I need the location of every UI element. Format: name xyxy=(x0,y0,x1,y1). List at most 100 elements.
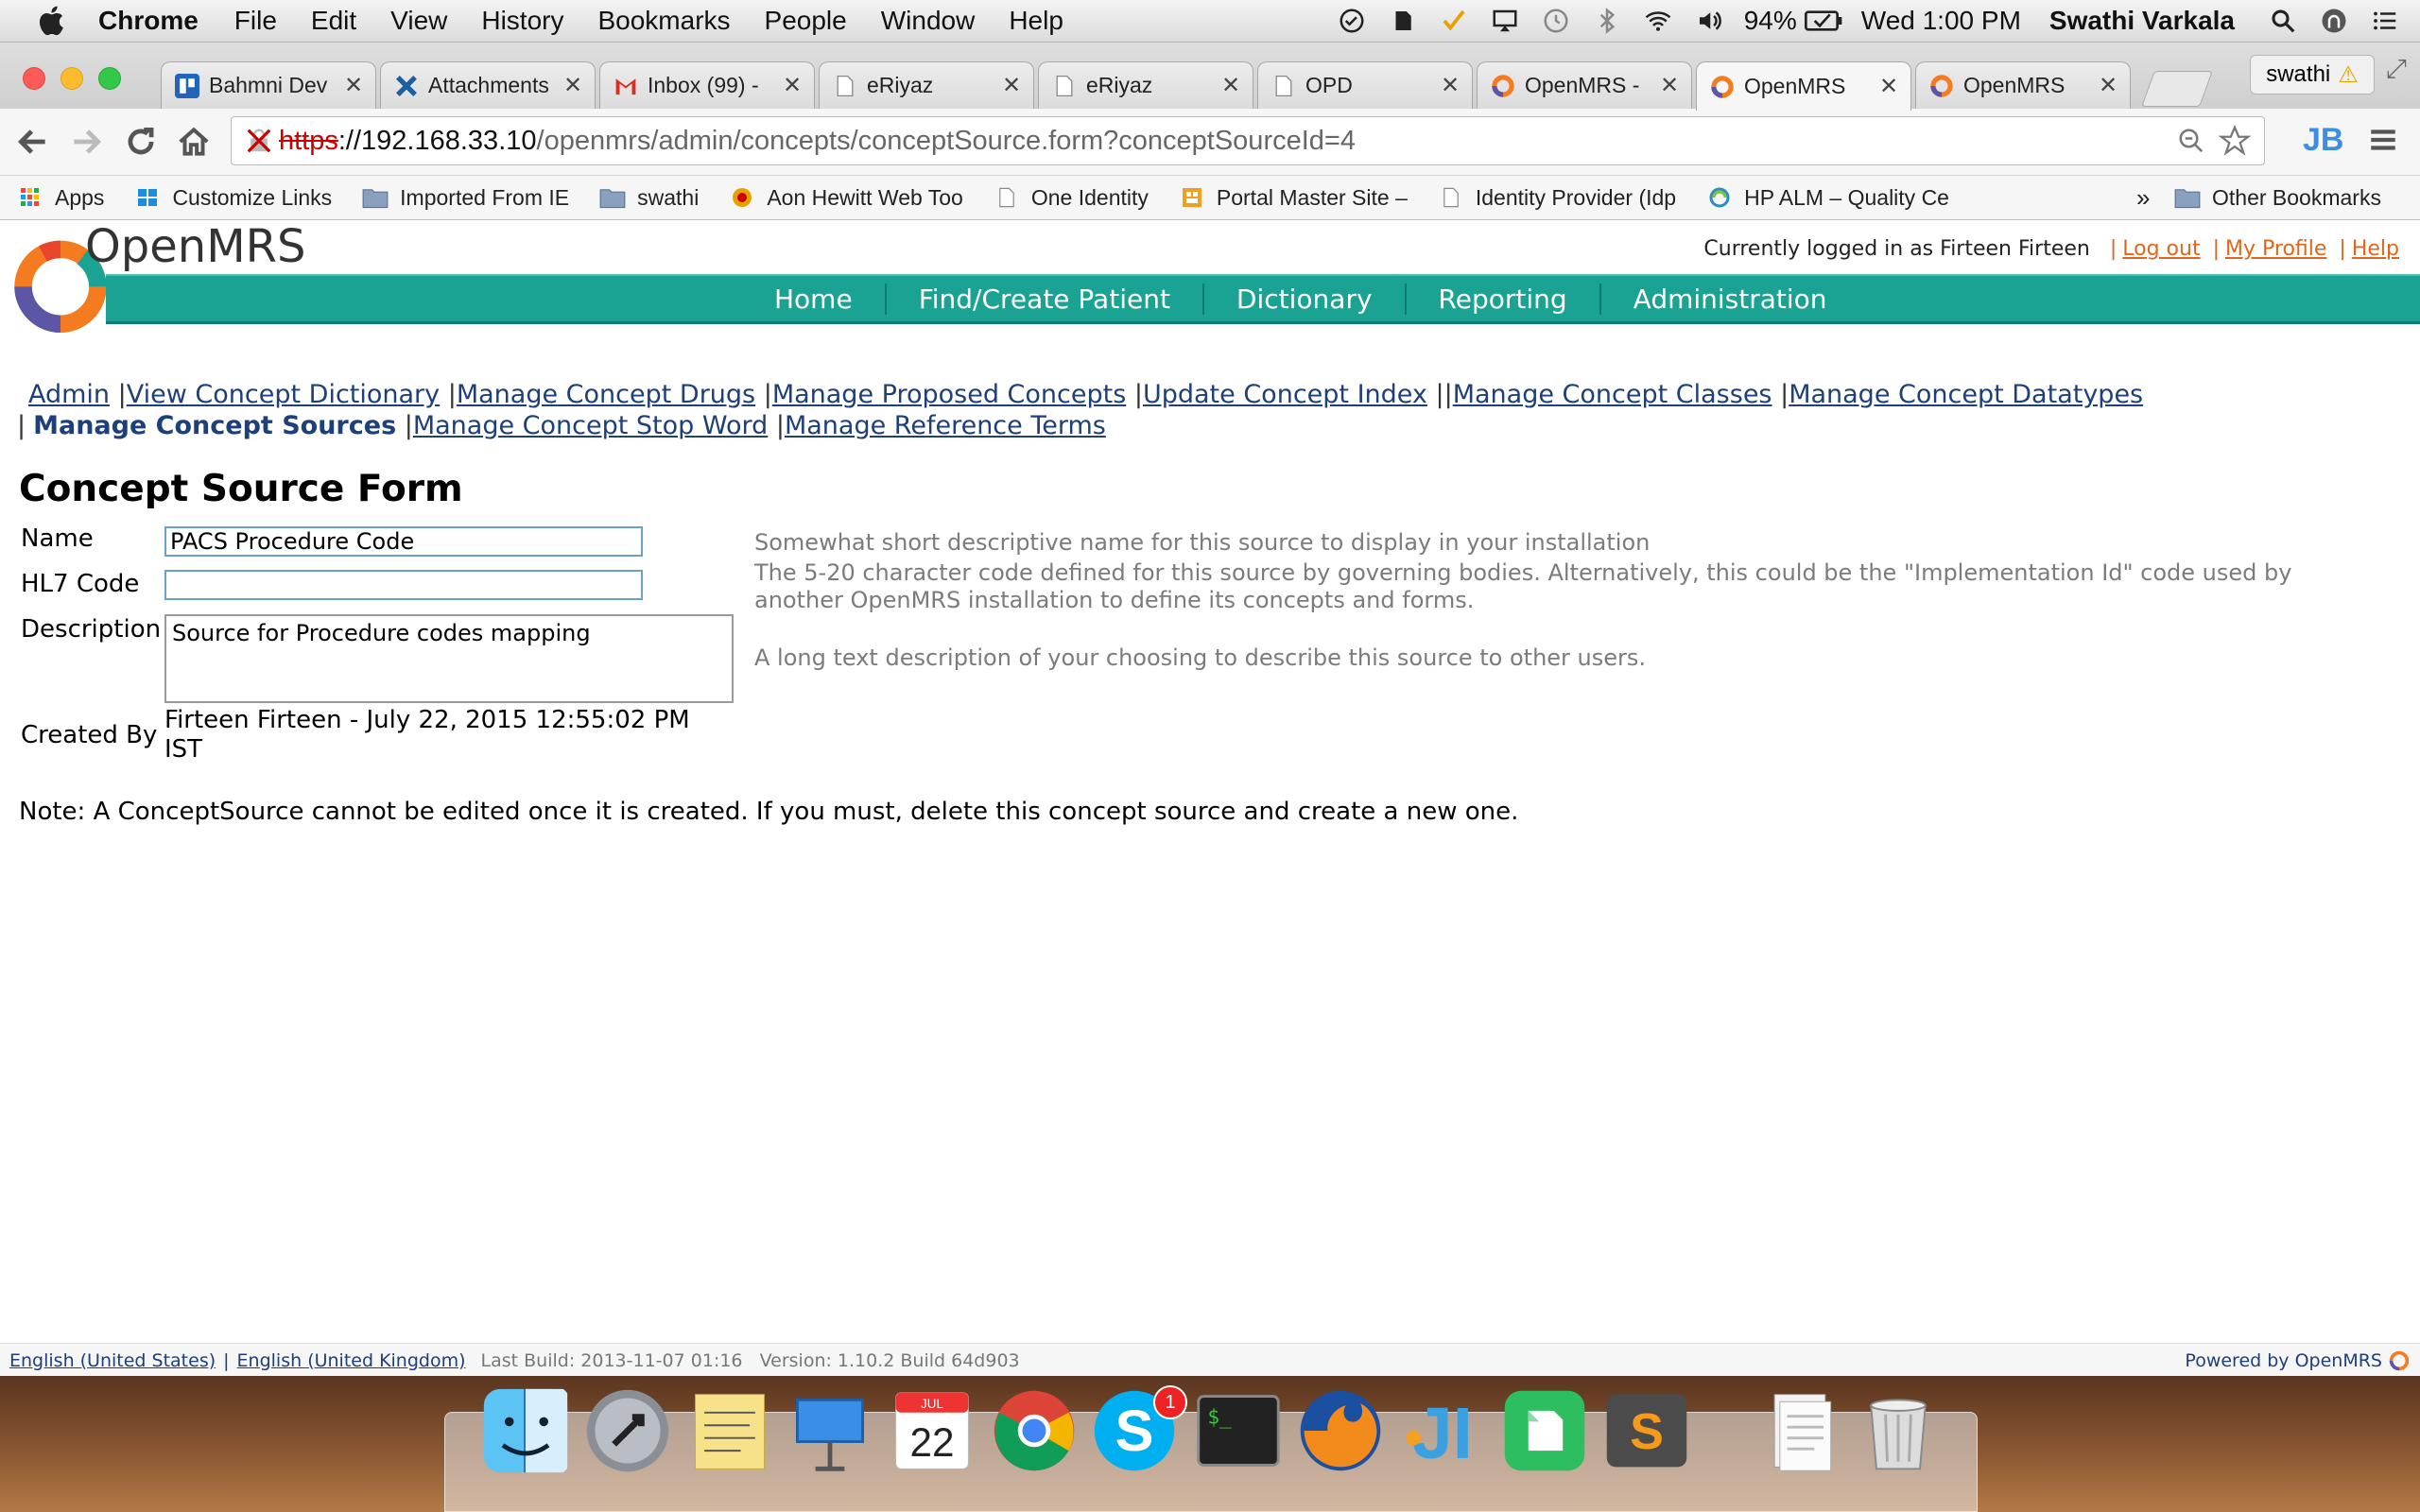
link-manage-concept-drugs[interactable]: Manage Concept Drugs xyxy=(457,380,755,409)
airplay-icon[interactable] xyxy=(1489,7,1521,35)
powered-by[interactable]: Powered by OpenMRS xyxy=(2185,1350,2382,1371)
finder-icon[interactable] xyxy=(480,1385,571,1476)
tab-eriyaz-2[interactable]: eRiyaz ✕ xyxy=(1038,61,1253,109)
home-icon[interactable] xyxy=(176,124,212,160)
tab-openmrs-1[interactable]: OpenMRS - ✕ xyxy=(1477,61,1692,109)
nav-administration[interactable]: Administration xyxy=(1601,284,1859,315)
bookmark-apps[interactable]: Apps xyxy=(17,185,104,211)
minimize-window-button[interactable] xyxy=(60,67,83,90)
description-textarea[interactable]: Source for Procedure codes mapping xyxy=(164,614,734,703)
calendar-icon[interactable]: JUL 22 xyxy=(887,1385,977,1476)
back-arrow-icon[interactable] xyxy=(15,124,51,160)
apple-icon[interactable] xyxy=(36,4,70,38)
evernote-menubar-icon[interactable] xyxy=(1387,7,1419,35)
tab-bahmni[interactable]: Bahmni Dev ✕ xyxy=(161,61,376,109)
clock[interactable]: Wed 1:00 PM xyxy=(1861,6,2021,36)
jira-icon[interactable]: JI xyxy=(1397,1385,1488,1476)
menu-app-name[interactable]: Chrome xyxy=(98,6,199,36)
tab-eriyaz-1[interactable]: eRiyaz ✕ xyxy=(819,61,1034,109)
tab-opd[interactable]: OPD ✕ xyxy=(1257,61,1473,109)
bookmark-one-identity[interactable]: One Identity xyxy=(994,185,1149,211)
zoom-window-button[interactable] xyxy=(98,67,121,90)
menu-bookmarks[interactable]: Bookmarks xyxy=(597,6,730,36)
close-tab-icon[interactable]: ✕ xyxy=(339,72,368,99)
documents-icon[interactable] xyxy=(1754,1385,1845,1476)
close-tab-icon[interactable]: ✕ xyxy=(1436,72,1464,99)
notification-center-icon[interactable] xyxy=(2369,7,2401,35)
menu-view[interactable]: View xyxy=(390,6,447,36)
stickies-icon[interactable] xyxy=(684,1385,775,1476)
menu-window[interactable]: Window xyxy=(881,6,976,36)
nav-dictionary[interactable]: Dictionary xyxy=(1204,283,1407,315)
keynote-icon[interactable] xyxy=(785,1385,875,1476)
link-manage-concept-sources-current[interactable]: Manage Concept Sources xyxy=(33,411,396,440)
nav-reporting[interactable]: Reporting xyxy=(1407,283,1601,315)
tab-attachments[interactable]: Attachments ✕ xyxy=(380,61,596,109)
menu-help[interactable]: Help xyxy=(1009,6,1063,36)
close-tab-icon[interactable]: ✕ xyxy=(778,72,806,99)
link-manage-proposed-concepts[interactable]: Manage Proposed Concepts xyxy=(772,380,1126,409)
battery-percent[interactable]: 94% xyxy=(1744,6,1797,36)
bookmark-portal-master-site[interactable]: Portal Master Site – xyxy=(1179,185,1408,211)
close-window-button[interactable] xyxy=(23,67,45,90)
nav-home[interactable]: Home xyxy=(742,283,887,315)
sublime-icon[interactable]: S xyxy=(1601,1385,1692,1476)
terminal-icon[interactable]: $_ xyxy=(1193,1385,1284,1476)
bookmark-swathi[interactable]: swathi xyxy=(599,185,699,211)
nav-find-create-patient[interactable]: Find/Create Patient xyxy=(887,283,1204,315)
user-lock-icon[interactable] xyxy=(2318,7,2350,35)
launchpad-icon[interactable] xyxy=(582,1385,673,1476)
close-tab-icon[interactable]: ✕ xyxy=(997,72,1026,99)
time-machine-icon[interactable] xyxy=(1540,7,1572,35)
link-manage-concept-datatypes[interactable]: Manage Concept Datatypes xyxy=(1789,380,2143,409)
bookmarks-overflow-chevron[interactable]: » xyxy=(2136,183,2150,213)
link-update-concept-index[interactable]: Update Concept Index xyxy=(1143,380,1427,409)
new-tab-button[interactable] xyxy=(2141,71,2213,107)
insecure-lock-icon[interactable] xyxy=(245,127,273,155)
menu-people[interactable]: People xyxy=(765,6,847,36)
close-tab-icon[interactable]: ✕ xyxy=(1217,72,1245,99)
bookmark-hp-alm[interactable]: HP ALM – Quality Ce xyxy=(1706,185,1949,211)
notes-check-icon[interactable] xyxy=(1438,7,1470,35)
link-manage-reference-terms[interactable]: Manage Reference Terms xyxy=(785,411,1106,440)
openmrs-logo-text[interactable]: OpenMRS xyxy=(85,220,305,273)
spotlight-icon[interactable] xyxy=(2267,7,2299,35)
bookmark-identity-provider[interactable]: Identity Provider (Idp xyxy=(1438,185,1676,211)
tab-gmail-inbox[interactable]: Inbox (99) - ✕ xyxy=(599,61,815,109)
help-link[interactable]: Help xyxy=(2352,237,2399,261)
name-input[interactable] xyxy=(164,526,643,557)
reload-icon[interactable] xyxy=(123,124,159,160)
close-tab-icon[interactable]: ✕ xyxy=(1655,72,1684,99)
menu-edit[interactable]: Edit xyxy=(311,6,356,36)
tab-openmrs-3[interactable]: OpenMRS ✕ xyxy=(1915,61,2131,109)
bookmark-aon-hewitt[interactable]: Aon Hewitt Web Too xyxy=(729,185,963,211)
language-en-us-link[interactable]: English (United States) xyxy=(9,1350,216,1371)
profile-button[interactable]: swathi ⚠ xyxy=(2250,55,2375,94)
evernote-icon[interactable] xyxy=(1499,1385,1590,1476)
menubar-user[interactable]: Swathi Varkala xyxy=(2049,6,2235,36)
address-bar[interactable]: https ://192.168.33.10 /openmrs/admin/co… xyxy=(231,116,2265,165)
link-manage-concept-classes[interactable]: Manage Concept Classes xyxy=(1453,380,1772,409)
my-profile-link[interactable]: My Profile xyxy=(2225,237,2326,261)
link-admin[interactable]: Admin xyxy=(28,380,110,409)
close-tab-icon[interactable]: ✕ xyxy=(559,72,587,99)
volume-icon[interactable] xyxy=(1693,7,1725,35)
battery-icon[interactable] xyxy=(1804,7,1842,35)
firefox-icon[interactable] xyxy=(1295,1385,1386,1476)
hl7-code-input[interactable] xyxy=(164,570,643,600)
trash-icon[interactable] xyxy=(1853,1385,1944,1476)
language-en-uk-link[interactable]: English (United Kingdom) xyxy=(237,1350,466,1371)
menu-history[interactable]: History xyxy=(481,6,563,36)
fullscreen-icon[interactable]: ⤢ xyxy=(2386,54,2407,85)
bookmark-customize-links[interactable]: Customize Links xyxy=(134,185,332,211)
bookmark-imported-from-ie[interactable]: Imported From IE xyxy=(362,185,569,211)
jetbrains-extension-icon[interactable]: JB xyxy=(2303,122,2343,159)
link-manage-concept-stop-word[interactable]: Manage Concept Stop Word xyxy=(413,411,768,440)
bookmark-other-bookmarks[interactable]: Other Bookmarks xyxy=(2174,185,2381,211)
chrome-icon[interactable] xyxy=(989,1385,1080,1476)
wifi-icon[interactable] xyxy=(1642,7,1674,35)
chrome-menu-icon[interactable] xyxy=(2367,124,2399,156)
link-view-concept-dictionary[interactable]: View Concept Dictionary xyxy=(127,380,440,409)
close-tab-icon[interactable]: ✕ xyxy=(2094,72,2122,99)
zoom-icon[interactable] xyxy=(2177,127,2205,155)
